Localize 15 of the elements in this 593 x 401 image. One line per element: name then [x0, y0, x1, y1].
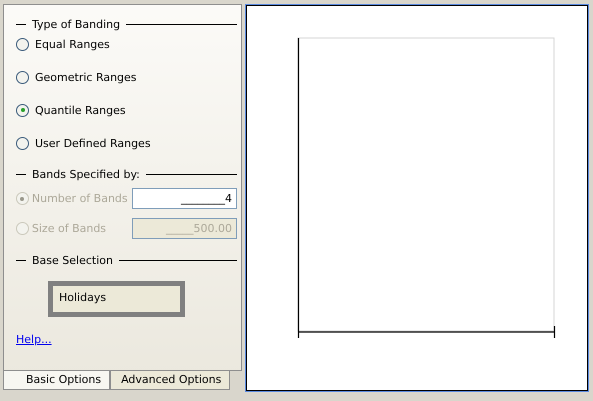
radio-label[interactable]: Equal Ranges [35, 38, 110, 50]
radio-button[interactable] [16, 70, 29, 84]
radio-label[interactable]: Quantile Ranges [35, 104, 126, 116]
radio-button[interactable] [16, 104, 29, 116]
radio-button[interactable] [16, 136, 29, 150]
help-link[interactable]: Help... [16, 333, 52, 346]
radio-label[interactable]: Geometric Ranges [35, 70, 137, 84]
section-title: Type of Banding [32, 18, 120, 30]
section-title: Base Selection [32, 254, 113, 266]
radio-label[interactable]: User Defined Ranges [35, 136, 151, 150]
radio-button[interactable] [16, 38, 29, 50]
tab[interactable]: Basic Options [3, 371, 110, 390]
section-title: Bands Specified by: [32, 168, 140, 180]
base-selection-box[interactable]: Holidays [48, 281, 185, 317]
tab[interactable]: Advanced Options [110, 371, 230, 390]
